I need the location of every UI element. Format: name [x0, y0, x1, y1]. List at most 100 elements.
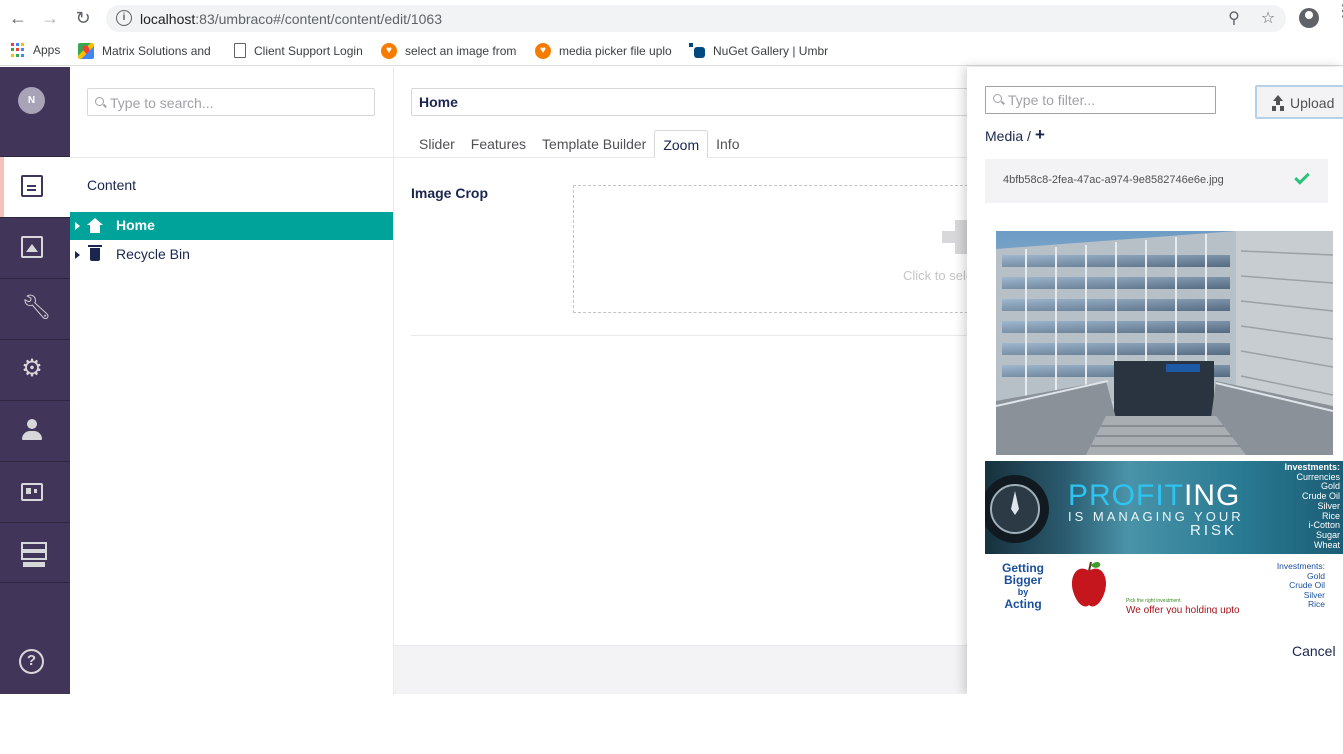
media-picker-overlay: Type to filter... Upload Media / + 4bfb5… — [967, 67, 1343, 694]
bookmark-nuget[interactable]: NuGet Gallery | Umbr — [689, 43, 828, 59]
tree-node-recycle-bin[interactable]: Recycle Bin — [70, 241, 393, 269]
banner-headline: PROFITING — [1068, 479, 1240, 513]
selected-filename: 4bfb58c8-2fea-47ac-a974-9e8582746e6e.jpg — [1003, 174, 1224, 186]
bookmark-matrix[interactable]: Matrix Solutions and — [78, 43, 211, 59]
document-icon — [21, 175, 43, 197]
zoom-icon[interactable]: ⚲ — [1224, 9, 1244, 29]
node-name-input[interactable]: Home — [411, 88, 981, 116]
tree-node-label: Home — [116, 217, 155, 233]
forum-heart-icon: ♥ — [535, 43, 551, 59]
search-icon — [95, 97, 104, 106]
section-members[interactable] — [0, 461, 70, 522]
home-icon — [87, 218, 103, 234]
help-icon[interactable]: ? — [19, 649, 44, 674]
section-media[interactable] — [0, 217, 70, 278]
maps-icon — [78, 43, 94, 59]
browser-toolbar: ← → ↻ i localhost:83/umbraco#/content/co… — [0, 0, 1343, 36]
dropzone-text: Click to sele — [903, 268, 974, 283]
user-icon — [21, 419, 43, 441]
id-card-icon — [21, 483, 43, 501]
bookmark-select-image[interactable]: ♥ select an image from — [381, 43, 516, 59]
media-filter-input[interactable]: Type to filter... — [985, 86, 1216, 114]
apple-icon — [1071, 561, 1107, 607]
url-path: :83/umbraco#/content/content/edit/1063 — [195, 11, 442, 27]
property-divider — [411, 335, 971, 336]
media-thumbnail-building[interactable] — [996, 231, 1333, 455]
cancel-button[interactable]: Cancel — [1292, 643, 1336, 659]
headline-part-a: PROFIT — [1068, 479, 1184, 512]
search-icon — [993, 94, 1002, 103]
tagline: We offer you holding upto — [1126, 605, 1240, 614]
add-folder-button[interactable]: + — [1035, 125, 1045, 145]
bookmark-label: Client Support Login — [254, 43, 363, 58]
list-item: Wheat — [1313, 539, 1340, 550]
editor-tabs: Slider Features Template Builder Zoom In… — [411, 130, 747, 158]
browser-menu-icon[interactable]: ⋮ — [1335, 4, 1343, 20]
url-host: localhost — [140, 11, 196, 27]
slogan-text: Getting Bigger by Acting — [993, 562, 1053, 610]
banner2-investment-list: Investments: Gold Crude Oil Silver Rice — [1253, 561, 1325, 610]
bookmark-media-picker[interactable]: ♥ media picker file uplo — [535, 43, 672, 59]
tab-zoom[interactable]: Zoom — [654, 130, 709, 158]
building-photo — [996, 231, 1333, 455]
user-avatar[interactable]: N — [18, 87, 45, 114]
bookmark-label: NuGet Gallery | Umbr — [713, 44, 829, 58]
section-content[interactable] — [0, 156, 70, 217]
tagline-small: Pick the right investment. — [1126, 598, 1182, 604]
page-icon — [234, 43, 246, 58]
tab-info[interactable]: Info — [708, 130, 747, 158]
section-navigation: N 🔧︎ ⚙ ? — [0, 67, 70, 694]
section-forms[interactable] — [0, 522, 70, 583]
bookmark-label: media picker file uplo — [559, 44, 672, 58]
gear-icon: ⚙ — [21, 355, 43, 382]
forward-arrow-icon[interactable]: → — [40, 8, 60, 28]
forum-heart-icon: ♥ — [381, 43, 397, 59]
upload-icon — [1272, 95, 1284, 109]
tree-root-label[interactable]: Content — [87, 177, 136, 193]
bookmark-label: select an image from — [405, 44, 517, 58]
content-editor: Home Slider Features Template Builder Zo… — [394, 67, 993, 694]
media-breadcrumb[interactable]: Media / — [985, 128, 1031, 144]
tree-header: Type to search... — [70, 67, 393, 158]
headline-part-b: ING — [1184, 479, 1241, 512]
selected-media-item[interactable]: 4bfb58c8-2fea-47ac-a974-9e8582746e6e.jpg — [985, 159, 1328, 203]
site-info-icon[interactable]: i — [116, 10, 132, 26]
bookmark-client-support[interactable]: Client Support Login — [234, 43, 363, 58]
apps-grid-icon — [11, 43, 25, 57]
back-arrow-icon[interactable]: ← — [8, 8, 28, 28]
upload-label: Upload — [1290, 95, 1335, 111]
editor-footer — [394, 645, 967, 694]
profile-avatar-icon[interactable] — [1299, 8, 1319, 28]
expand-caret-icon[interactable] — [75, 251, 80, 259]
upload-button[interactable]: Upload — [1255, 85, 1343, 119]
reload-icon[interactable]: ↻ — [73, 8, 93, 28]
search-placeholder: Type to search... — [110, 95, 214, 111]
property-label-image-crop: Image Crop — [411, 185, 489, 201]
bookmark-label: Matrix Solutions and — [102, 44, 211, 58]
banner-investment-list: Investments: Currencies Gold Crude Oil S… — [1268, 462, 1340, 550]
media-thumbnail-getting-bigger-banner[interactable]: Getting Bigger by Acting Pick the right … — [985, 559, 1343, 614]
bookmark-apps[interactable]: Apps — [11, 43, 60, 57]
tab-features[interactable]: Features — [463, 130, 534, 158]
tab-template-builder[interactable]: Template Builder — [534, 130, 654, 158]
tree-search-input[interactable]: Type to search... — [87, 88, 375, 116]
list-item: Rice — [1307, 599, 1325, 610]
slogan-line: Bigger — [1003, 573, 1042, 587]
bookmark-label: Apps — [33, 43, 61, 57]
tree-node-label: Recycle Bin — [116, 246, 190, 262]
section-developer[interactable]: ⚙ — [0, 339, 70, 400]
image-crop-dropzone[interactable]: Click to sele — [573, 185, 993, 313]
address-bar[interactable]: i localhost:83/umbraco#/content/content/… — [106, 5, 1286, 32]
banner-subline: RISK — [1190, 522, 1238, 539]
tree-node-home[interactable]: Home — [70, 212, 393, 240]
tab-slider[interactable]: Slider — [411, 130, 463, 158]
expand-caret-icon[interactable] — [75, 222, 80, 230]
media-thumbnail-profiting-banner[interactable]: PROFITING IS MANAGING YOUR RISK Investme… — [985, 461, 1343, 554]
wrench-icon: 🔧︎ — [21, 294, 52, 321]
url-text[interactable]: localhost:83/umbraco#/content/content/ed… — [140, 11, 442, 27]
trash-icon — [88, 245, 102, 261]
section-settings[interactable]: 🔧︎ — [0, 278, 70, 339]
forms-icon — [21, 541, 47, 563]
section-users[interactable] — [0, 400, 70, 461]
bookmark-star-icon[interactable]: ☆ — [1258, 9, 1278, 29]
